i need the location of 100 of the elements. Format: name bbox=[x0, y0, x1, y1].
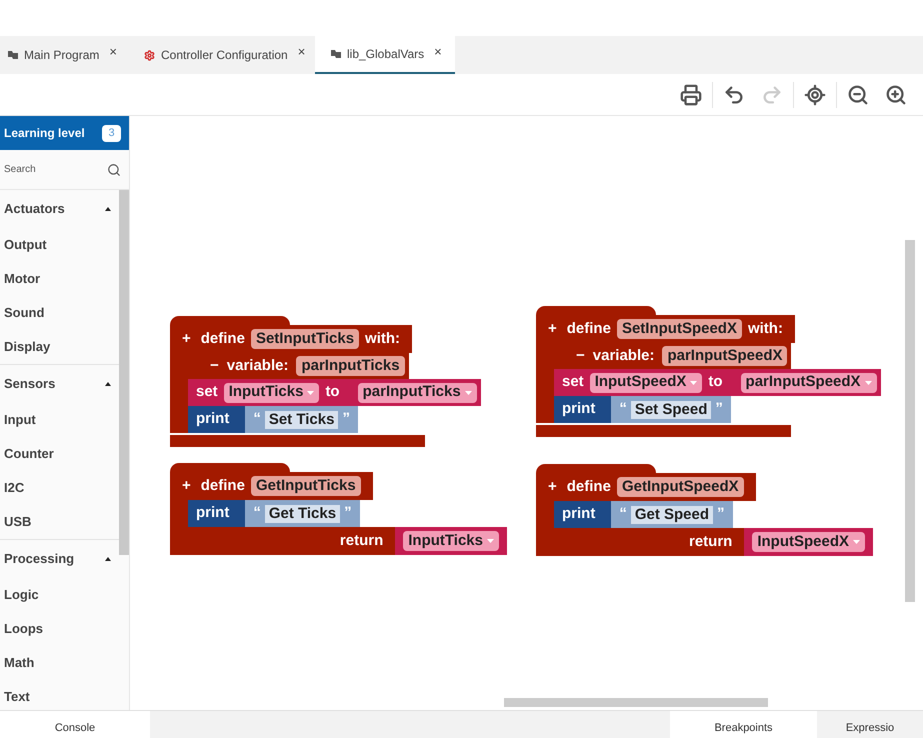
value-dropdown[interactable]: parInputTicks bbox=[358, 382, 477, 402]
category-header[interactable]: Actuators bbox=[0, 190, 119, 228]
text-value: Get Ticks bbox=[264, 504, 340, 522]
category-item[interactable]: Input bbox=[0, 403, 119, 437]
learning-level-label: Learning level bbox=[4, 125, 85, 142]
editor-tab[interactable]: Main Program × bbox=[0, 36, 130, 74]
variable-dropdown[interactable]: InputSpeedX bbox=[590, 372, 702, 392]
plus-sign[interactable]: + bbox=[182, 474, 191, 498]
open-quote: “ bbox=[253, 409, 261, 430]
print-keyword: print bbox=[562, 399, 596, 420]
parameter-name[interactable]: parInputSpeedX bbox=[662, 346, 788, 366]
caret-icon bbox=[487, 539, 494, 543]
with-keyword: with: bbox=[365, 328, 400, 349]
text-value: Get Speed bbox=[630, 506, 714, 524]
category-item[interactable]: Display bbox=[0, 330, 119, 364]
text-value: Set Speed bbox=[630, 400, 712, 418]
define-header[interactable]: + define GetInputTicks bbox=[170, 472, 373, 500]
scrollbar[interactable] bbox=[504, 698, 768, 707]
category-item[interactable]: I2C bbox=[0, 471, 119, 505]
define-keyword: define bbox=[566, 318, 611, 339]
define-header[interactable]: + define SetInputSpeedX with: bbox=[536, 315, 795, 343]
parameter-name[interactable]: parInputTicks bbox=[296, 356, 405, 376]
category-item[interactable]: Text bbox=[0, 680, 119, 714]
editor-tab[interactable]: Controller Configuration × bbox=[130, 36, 315, 74]
category-header[interactable]: Processing bbox=[0, 540, 119, 578]
scrollbar[interactable] bbox=[119, 190, 129, 555]
category-item[interactable]: Counter bbox=[0, 437, 119, 471]
print-block[interactable]: print “ Get Speed ” bbox=[554, 501, 733, 528]
plus-sign[interactable]: + bbox=[548, 318, 557, 340]
print-block[interactable]: print “ Set Ticks ” bbox=[188, 406, 358, 433]
close-quote: ” bbox=[344, 503, 352, 524]
flag-icon bbox=[8, 51, 18, 59]
open-quote: “ bbox=[619, 399, 627, 420]
caret-icon bbox=[105, 207, 111, 211]
define-keyword: define bbox=[200, 476, 245, 496]
set-block[interactable]: set InputTicks to parInputTicks bbox=[188, 379, 481, 406]
close-icon[interactable]: × bbox=[109, 42, 117, 62]
define-keyword: define bbox=[200, 328, 245, 349]
variable-dropdown[interactable]: InputTicks bbox=[403, 531, 499, 551]
define-header[interactable]: + define GetInputSpeedX bbox=[536, 473, 756, 501]
print-keyword: print bbox=[196, 409, 230, 430]
set-block[interactable]: set InputSpeedX to parInputSpeedX bbox=[554, 369, 881, 396]
search-input[interactable]: Search bbox=[4, 162, 84, 177]
variable-dropdown[interactable]: InputTicks bbox=[224, 382, 320, 402]
category-label: Sensors bbox=[4, 375, 56, 394]
panel-tab[interactable]: Breakpoints bbox=[670, 711, 817, 738]
set-keyword: set bbox=[196, 382, 218, 402]
minus-sign[interactable]: − bbox=[576, 344, 585, 368]
close-icon[interactable]: × bbox=[298, 42, 306, 62]
category-item[interactable]: USB bbox=[0, 505, 119, 539]
caret-icon bbox=[464, 390, 472, 394]
text-block[interactable]: “ Get Ticks ” bbox=[245, 500, 360, 527]
close-quote: ” bbox=[342, 409, 350, 430]
caret-icon bbox=[307, 390, 314, 394]
minus-sign[interactable]: − bbox=[210, 354, 219, 378]
category-item[interactable]: Sound bbox=[0, 296, 119, 330]
return-keyword: return bbox=[688, 532, 732, 552]
search-field[interactable]: Search bbox=[0, 150, 129, 190]
close-icon[interactable]: × bbox=[434, 42, 442, 62]
variable-label: variable: bbox=[592, 346, 654, 366]
editor-tab[interactable]: lib_GlobalVars × bbox=[315, 36, 455, 74]
text-value: Set Ticks bbox=[264, 410, 338, 428]
gear-icon bbox=[144, 50, 155, 60]
print-keyword: print bbox=[562, 504, 596, 524]
text-block[interactable]: “ Get Speed ” bbox=[611, 501, 733, 528]
tab-label: lib_GlobalVars bbox=[347, 46, 424, 63]
category-header[interactable]: Sensors bbox=[0, 365, 119, 403]
plus-sign[interactable]: + bbox=[548, 476, 557, 498]
category-item[interactable]: Loops bbox=[0, 612, 119, 646]
print-block[interactable]: print “ Get Ticks ” bbox=[188, 500, 360, 527]
value-dropdown[interactable]: parInputSpeedX bbox=[740, 372, 877, 392]
text-block[interactable]: “ Set Ticks ” bbox=[245, 406, 358, 433]
procedure-name[interactable]: GetInputTicks bbox=[250, 476, 361, 496]
category-label: Processing bbox=[4, 550, 74, 568]
variable-label: variable: bbox=[226, 356, 288, 376]
panel-tab[interactable]: Console bbox=[0, 711, 150, 738]
caret-icon bbox=[864, 380, 872, 384]
variable-dropdown[interactable]: InputSpeedX bbox=[752, 532, 865, 552]
print-block[interactable]: print “ Set Speed ” bbox=[554, 396, 731, 423]
close-quote: ” bbox=[717, 504, 725, 524]
procedure-name[interactable]: SetInputTicks bbox=[250, 329, 360, 349]
plus-sign[interactable]: + bbox=[182, 328, 191, 350]
tab-label: Main Program bbox=[24, 47, 100, 64]
flag-icon bbox=[331, 50, 341, 58]
category-item[interactable]: Output bbox=[0, 228, 119, 262]
to-keyword: to bbox=[325, 382, 340, 402]
category-label: Actuators bbox=[4, 200, 65, 218]
procedure-name[interactable]: GetInputSpeedX bbox=[616, 477, 744, 497]
close-quote: ” bbox=[715, 399, 723, 420]
scrollbar[interactable] bbox=[905, 240, 915, 602]
to-keyword: to bbox=[708, 372, 723, 392]
category-item[interactable]: Math bbox=[0, 646, 119, 680]
return-keyword: return bbox=[340, 530, 384, 551]
category-item[interactable]: Motor bbox=[0, 262, 119, 296]
tab-label: Controller Configuration bbox=[161, 47, 288, 64]
text-block[interactable]: “ Set Speed ” bbox=[611, 396, 731, 423]
procedure-name[interactable]: SetInputSpeedX bbox=[616, 319, 742, 339]
caret-icon bbox=[690, 380, 698, 384]
define-header[interactable]: + define SetInputTicks with: bbox=[170, 325, 412, 353]
category-item[interactable]: Logic bbox=[0, 578, 119, 612]
